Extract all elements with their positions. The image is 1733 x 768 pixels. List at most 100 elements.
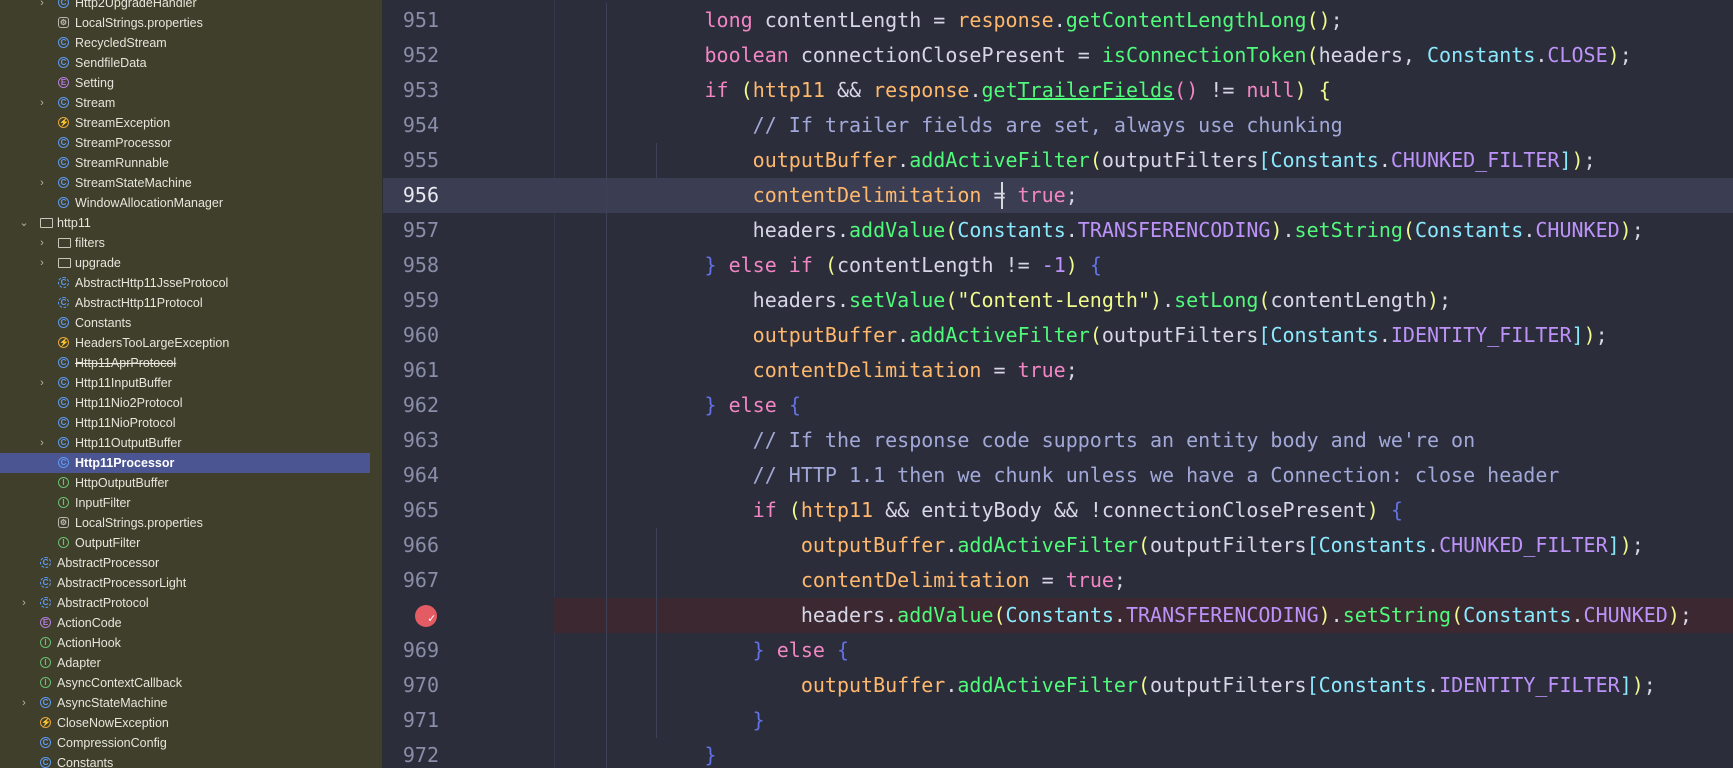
tree-item-label: StreamStateMachine xyxy=(75,176,192,190)
tree-item[interactable]: C AbstractHttp11Protocol xyxy=(0,293,370,313)
chevron-right-icon[interactable]: › xyxy=(36,0,48,13)
code-line[interactable]: ✓ headers.addValue(Constants.TRANSFERENC… xyxy=(383,598,1733,633)
code-token: ( xyxy=(1402,218,1415,242)
code-line[interactable]: 972 } xyxy=(383,738,1733,768)
code-token: ; xyxy=(1330,8,1343,32)
code-line[interactable]: 964 // HTTP 1.1 then we chunk unless we … xyxy=(383,458,1733,493)
line-number[interactable]: 959 xyxy=(383,283,439,318)
tree-item[interactable]: › C Http11InputBuffer xyxy=(0,373,370,393)
code-line[interactable]: 956 contentDelimitation = true; xyxy=(383,178,1733,213)
tree-item[interactable]: › C StreamStateMachine xyxy=(0,173,370,193)
chevron-right-icon[interactable]: › xyxy=(18,693,30,713)
tree-item[interactable]: ⌄ http11 xyxy=(0,213,370,233)
line-number[interactable]: 955 xyxy=(383,143,439,178)
line-number[interactable]: 970 xyxy=(383,668,439,703)
code-line[interactable]: 952 boolean connectionClosePresent = isC… xyxy=(383,38,1733,73)
tree-item[interactable]: C StreamProcessor xyxy=(0,133,370,153)
tree-item[interactable]: ⚡ CloseNowException xyxy=(0,713,370,733)
code-line[interactable]: 966 outputBuffer.addActiveFilter(outputF… xyxy=(383,528,1733,563)
tree-item[interactable]: C SendfileData xyxy=(0,53,370,73)
code-line[interactable]: 951 long contentLength = response.getCon… xyxy=(383,3,1733,38)
line-number[interactable]: 961 xyxy=(383,353,439,388)
tree-item[interactable]: › C Stream xyxy=(0,93,370,113)
tree-item[interactable]: C WindowAllocationManager xyxy=(0,193,370,213)
line-number[interactable]: 960 xyxy=(383,318,439,353)
tree-item[interactable]: › filters xyxy=(0,233,370,253)
code-line[interactable]: 958 } else if (contentLength != -1) { xyxy=(383,248,1733,283)
tree-item[interactable]: › upgrade xyxy=(0,253,370,273)
tree-item[interactable]: ⚡ HeadersTooLargeException xyxy=(0,333,370,353)
tree-item[interactable]: C AbstractProcessor xyxy=(0,553,370,573)
line-number[interactable]: 956 xyxy=(383,178,439,213)
chevron-right-icon[interactable]: › xyxy=(18,593,30,613)
code-line[interactable]: 967 contentDelimitation = true; xyxy=(383,563,1733,598)
line-number[interactable]: 951 xyxy=(383,3,439,38)
tree-item[interactable]: › C Http11OutputBuffer xyxy=(0,433,370,453)
chevron-right-icon[interactable]: › xyxy=(36,173,48,193)
tree-item[interactable]: I HttpOutputBuffer xyxy=(0,473,370,493)
line-number[interactable]: 964 xyxy=(383,458,439,493)
line-number[interactable]: 963 xyxy=(383,423,439,458)
tree-item[interactable]: E ActionCode xyxy=(0,613,370,633)
code-line[interactable]: 959 headers.setValue("Content-Length").s… xyxy=(383,283,1733,318)
chevron-right-icon[interactable]: › xyxy=(36,93,48,113)
code-editor[interactable]: 951 long contentLength = response.getCon… xyxy=(383,0,1733,768)
tree-item[interactable]: C AbstractHttp11JsseProtocol xyxy=(0,273,370,293)
code-line[interactable]: 965 if (http11 && entityBody && !connect… xyxy=(383,493,1733,528)
tree-item[interactable]: C RecycledStream xyxy=(0,33,370,53)
code-line[interactable]: 955 outputBuffer.addActiveFilter(outputF… xyxy=(383,143,1733,178)
code-line[interactable]: 963 // If the response code supports an … xyxy=(383,423,1733,458)
line-number[interactable]: 971 xyxy=(383,703,439,738)
code-line[interactable]: 969 } else { xyxy=(383,633,1733,668)
line-number[interactable]: 957 xyxy=(383,213,439,248)
tree-item[interactable]: I InputFilter xyxy=(0,493,370,513)
tree-item[interactable]: E Setting xyxy=(0,73,370,93)
chevron-right-icon[interactable]: › xyxy=(36,253,48,273)
tree-item[interactable]: C Http11AprProtocol xyxy=(0,353,370,373)
code-line[interactable]: 970 outputBuffer.addActiveFilter(outputF… xyxy=(383,668,1733,703)
chevron-right-icon[interactable]: › xyxy=(36,373,48,393)
code-line[interactable]: 957 headers.addValue(Constants.TRANSFERE… xyxy=(383,213,1733,248)
line-number[interactable]: 953 xyxy=(383,73,439,108)
line-number[interactable]: 966 xyxy=(383,528,439,563)
tree-item[interactable]: C Constants xyxy=(0,753,370,768)
tree-item[interactable]: C StreamRunnable xyxy=(0,153,370,173)
tree-item[interactable]: C Http11Processor xyxy=(0,453,370,473)
abstract-icon: C xyxy=(58,297,69,308)
tree-item[interactable]: C Constants xyxy=(0,313,370,333)
code-line[interactable]: 953 if (http11 && response.getTrailerFie… xyxy=(383,73,1733,108)
line-number[interactable]: 972 xyxy=(383,738,439,768)
code-line[interactable]: 960 outputBuffer.addActiveFilter(outputF… xyxy=(383,318,1733,353)
tree-item[interactable]: › C Http2UpgradeHandler xyxy=(0,0,370,13)
line-number[interactable]: 965 xyxy=(383,493,439,528)
line-number[interactable]: 958 xyxy=(383,248,439,283)
class-icon: C xyxy=(40,757,51,768)
tree-item[interactable]: C AbstractProcessorLight xyxy=(0,573,370,593)
tree-item[interactable]: C Http11Nio2Protocol xyxy=(0,393,370,413)
code-line[interactable]: 954 // If trailer fields are set, always… xyxy=(383,108,1733,143)
line-number[interactable]: 969 xyxy=(383,633,439,668)
line-number[interactable]: 962 xyxy=(383,388,439,423)
tree-item[interactable]: ⚡ StreamException xyxy=(0,113,370,133)
line-number[interactable]: 967 xyxy=(383,563,439,598)
tree-item[interactable]: ⚙ LocalStrings.properties xyxy=(0,513,370,533)
tree-item[interactable]: I ActionHook xyxy=(0,633,370,653)
chevron-right-icon[interactable]: › xyxy=(36,433,48,453)
chevron-right-icon[interactable]: › xyxy=(36,233,48,253)
tree-item[interactable]: ⚙ LocalStrings.properties xyxy=(0,13,370,33)
code-line[interactable]: 971 } xyxy=(383,703,1733,738)
chevron-down-icon[interactable]: ⌄ xyxy=(18,213,30,233)
tree-item[interactable]: C CompressionConfig xyxy=(0,733,370,753)
tree-item[interactable]: C Http11NioProtocol xyxy=(0,413,370,433)
tree-item[interactable]: I AsyncContextCallback xyxy=(0,673,370,693)
tree-item[interactable]: I OutputFilter xyxy=(0,533,370,553)
code-line[interactable]: 961 contentDelimitation = true; xyxy=(383,353,1733,388)
tree-item[interactable]: › C AsyncStateMachine xyxy=(0,693,370,713)
line-number[interactable]: 954 xyxy=(383,108,439,143)
line-number[interactable]: 952 xyxy=(383,38,439,73)
tree-item[interactable]: I Adapter xyxy=(0,653,370,673)
code-line[interactable]: 962 } else { xyxy=(383,388,1733,423)
tree-item[interactable]: › C AbstractProtocol xyxy=(0,593,370,613)
